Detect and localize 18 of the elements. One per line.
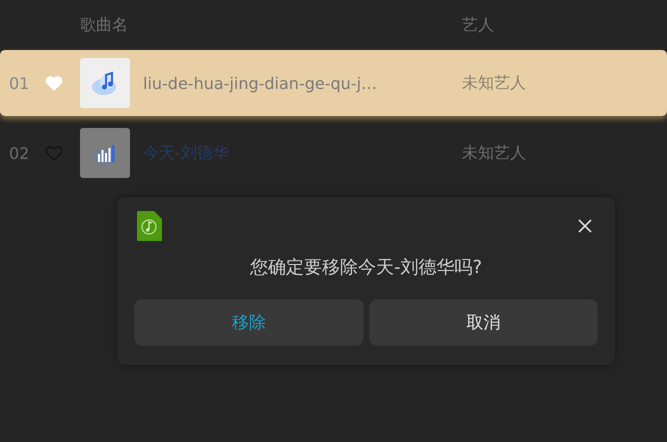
song-title: liu-de-hua-jing-dian-ge-qu-j…: [143, 74, 378, 92]
column-header: 歌曲名: [80, 14, 129, 36]
cancel-button[interactable]: 取消: [368, 299, 598, 346]
column-header: 艺人: [462, 14, 494, 36]
remove-button[interactable]: 移除: [134, 299, 364, 346]
artist-name: 未知艺人: [462, 72, 526, 94]
audio-bars-icon: [80, 128, 130, 178]
track-number: 02: [9, 144, 30, 162]
close-icon[interactable]: [577, 218, 593, 234]
song-row[interactable]: 01 liu-de-hua-jing-dian-ge-qu-j… 未知艺人: [0, 50, 667, 116]
song-row[interactable]: 02 今天-刘德华 未知艺人: [0, 120, 667, 186]
dialog-message: 您确定要移除今天-刘德华吗?: [248, 256, 484, 279]
track-number: 01: [9, 74, 30, 92]
song-title: 今天-刘德华: [143, 142, 230, 164]
filled-heart-icon[interactable]: [44, 73, 64, 93]
artist-name: 未知艺人: [462, 142, 526, 164]
music-file-icon: [135, 209, 163, 243]
cloud-music-note-icon: [80, 58, 130, 108]
